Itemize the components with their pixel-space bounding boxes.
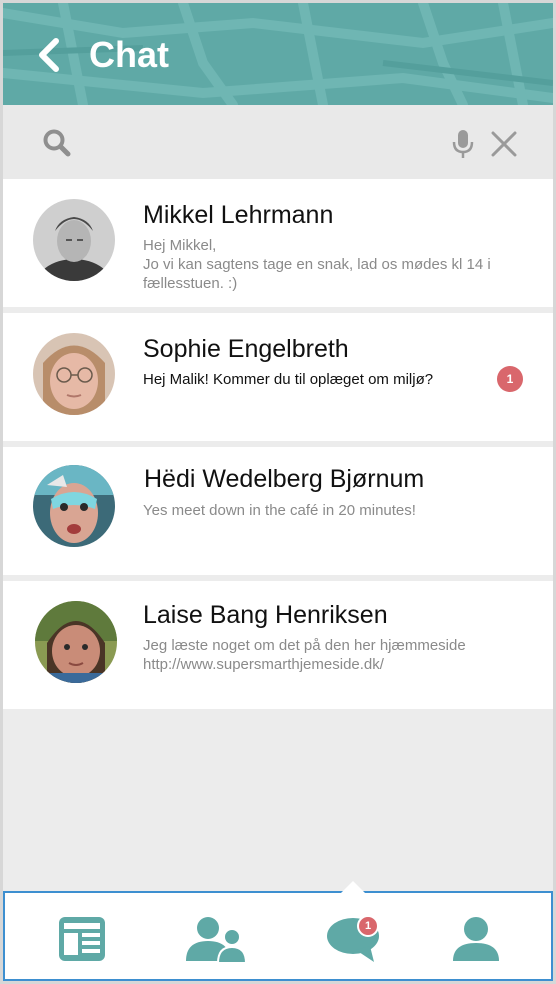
nav-news-feed[interactable] <box>47 911 117 967</box>
message-line: Hej Mikkel, <box>143 237 217 254</box>
contact-name: Laise Bang Henriksen <box>143 601 388 629</box>
avatar <box>33 199 115 281</box>
message-line: http://www.supersmarthjemeside.dk/ <box>143 656 384 673</box>
chat-item-mikkel[interactable]: Mikkel Lehrmann Hej Mikkel, Jo vi kan sa… <box>3 179 553 307</box>
message-preview: Jeg læste noget om det på den her hjæmme… <box>143 636 543 674</box>
chat-item-hedi[interactable]: Hëdi Wedelberg Bjørnum Yes meet down in … <box>3 447 553 575</box>
app-frame: Chat Mikkel Lehrmann Hej Mikkel, Jo vi k… <box>0 0 556 984</box>
nav-contacts[interactable] <box>181 911 251 967</box>
chevron-left-icon <box>39 38 59 72</box>
close-icon[interactable] <box>489 129 519 159</box>
message-preview: Hej Mikkel, Jo vi kan sagtens tage en sn… <box>143 236 493 293</box>
nav-chat[interactable] <box>319 911 389 967</box>
message-line: Jo vi kan sagtens tage en snak, lad os m… <box>143 256 491 292</box>
contact-name: Sophie Engelbreth <box>143 335 349 363</box>
microphone-icon[interactable] <box>451 127 475 161</box>
news-feed-icon <box>59 917 105 961</box>
back-button[interactable] <box>29 33 69 77</box>
message-preview: Yes meet down in the café in 20 minutes! <box>143 502 416 519</box>
profile-icon <box>453 917 499 961</box>
chat-item-laise[interactable]: Laise Bang Henriksen Jeg læste noget om … <box>3 581 553 709</box>
contacts-icon <box>186 917 248 963</box>
active-indicator <box>341 881 365 893</box>
avatar <box>35 601 117 683</box>
chat-item-sophie[interactable]: Sophie Engelbreth Hej Malik! Kommer du t… <box>3 313 553 441</box>
nav-profile[interactable] <box>441 911 511 967</box>
header: Chat <box>3 3 553 105</box>
map-background <box>3 3 553 105</box>
contact-name: Mikkel Lehrmann <box>143 201 334 229</box>
unread-badge: 1 <box>497 366 523 392</box>
page-title: Chat <box>89 34 169 75</box>
avatar <box>33 333 115 415</box>
message-line: Jeg læste noget om det på den her hjæmme… <box>143 637 466 654</box>
chat-unread-badge: 1 <box>357 915 379 937</box>
message-preview: Hej Malik! Kommer du til oplæget om milj… <box>143 371 434 388</box>
bottom-nav: 1 <box>3 881 553 981</box>
contact-name: Hëdi Wedelberg Bjørnum <box>144 465 425 493</box>
search-icon[interactable] <box>41 127 73 159</box>
search-input[interactable] <box>83 123 433 161</box>
avatar <box>33 465 115 547</box>
search-bar <box>3 105 553 179</box>
